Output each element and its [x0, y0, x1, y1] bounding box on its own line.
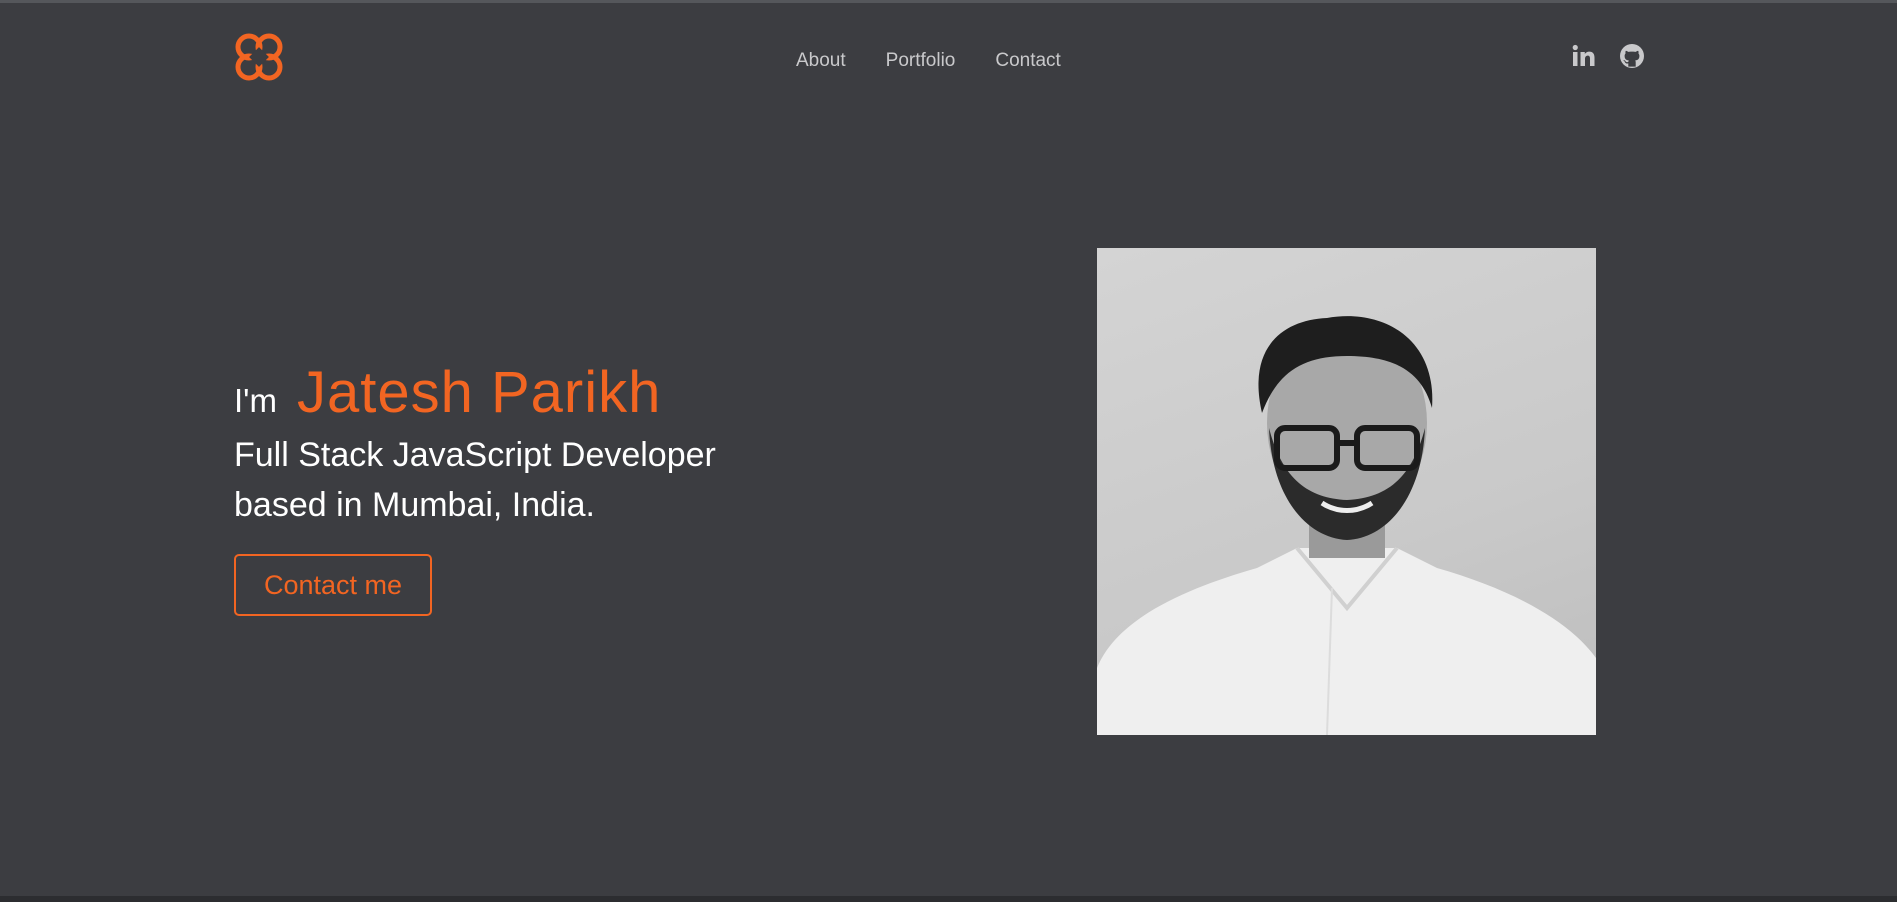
hero-tagline: Full Stack JavaScript Developer based in… [234, 430, 794, 530]
contact-me-button[interactable]: Contact me [234, 554, 432, 616]
portrait-illustration [1097, 316, 1596, 735]
linkedin-icon[interactable] [1571, 43, 1597, 69]
main-nav: About Portfolio Contact [796, 49, 1061, 73]
logo-icon[interactable] [233, 31, 285, 83]
bottom-strip [0, 896, 1897, 902]
hero-intro: I'm Jatesh Parikh Full Stack JavaScript … [234, 359, 794, 530]
intro-line: I'm Jatesh Parikh [234, 359, 794, 426]
hero-name: Jatesh Parikh [296, 360, 662, 425]
page: About Portfolio Contact I'm Jatesh Parik… [0, 0, 1897, 902]
github-icon[interactable] [1619, 43, 1645, 69]
tagline-line-2: based in Mumbai, India. [234, 486, 595, 524]
social-links [1571, 43, 1645, 69]
tagline-line-1: Full Stack JavaScript Developer [234, 436, 716, 474]
portrait-photo [1097, 248, 1596, 735]
intro-prefix: I'm [234, 382, 277, 419]
nav-contact-link[interactable]: Contact [995, 49, 1060, 73]
nav-about-link[interactable]: About [796, 49, 846, 73]
nav-portfolio-link[interactable]: Portfolio [886, 49, 956, 73]
